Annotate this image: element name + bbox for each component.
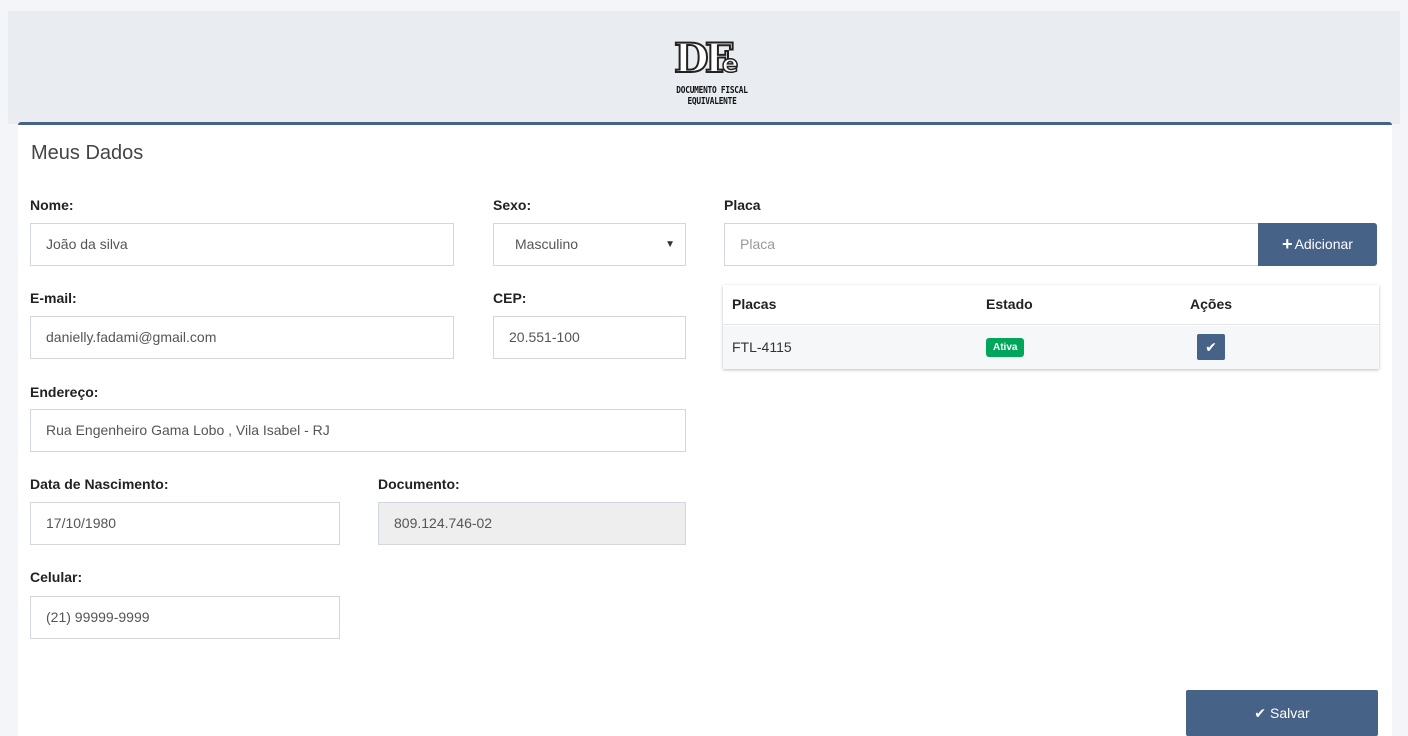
table-row: FTL-4115 Ativa ✔ [723, 326, 1379, 369]
confirm-placa-button[interactable]: ✔ [1197, 334, 1225, 360]
adicionar-button[interactable]: + Adicionar [1258, 223, 1377, 266]
nome-label: Nome: [30, 197, 74, 213]
card-title: Meus Dados [31, 142, 144, 164]
salvar-label: Salvar [1270, 705, 1310, 721]
adicionar-label: Adicionar [1294, 236, 1353, 252]
plus-icon: + [1282, 234, 1293, 254]
celular-label: Celular: [30, 569, 83, 585]
th-acoes[interactable]: Ações [1190, 296, 1232, 312]
cep-label: CEP: [493, 290, 527, 306]
celular-input[interactable]: (21) 99999-9999 [30, 596, 340, 639]
logo-mark: DF [673, 35, 734, 82]
sexo-select[interactable]: Masculino ▼ [493, 223, 686, 266]
placa-cell: FTL-4115 [732, 339, 792, 355]
check-icon: ✔ [1254, 705, 1267, 721]
top-header: DF e DOCUMENTO FISCAL EQUIVALENTE [8, 11, 1400, 124]
th-placas[interactable]: Placas [732, 296, 776, 312]
logo-text-line1: DOCUMENTO FISCAL [676, 85, 748, 96]
cep-input[interactable]: 20.551-100 [493, 316, 686, 359]
placas-table: Placas Estado Ações FTL-4115 Ativa ✔ [723, 285, 1379, 369]
table-header: Placas Estado Ações [723, 285, 1379, 325]
sexo-select-value: Masculino [515, 236, 579, 252]
status-badge: Ativa [986, 338, 1025, 357]
salvar-button[interactable]: ✔ Salvar [1186, 690, 1378, 736]
logo-mark-e: e [721, 50, 739, 78]
documento-input: 809.124.746-02 [378, 502, 686, 545]
sexo-label: Sexo: [493, 197, 532, 213]
nome-input[interactable]: João da silva [30, 223, 454, 266]
endereco-label: Endereço: [30, 384, 99, 400]
email-input[interactable]: danielly.fadami@gmail.com [30, 316, 454, 359]
placa-label: Placa [724, 197, 761, 213]
nascimento-label: Data de Nascimento: [30, 476, 169, 492]
email-label: E-mail: [30, 290, 77, 306]
logo-text-line2: EQUIVALENTE [687, 96, 737, 107]
documento-label: Documento: [378, 476, 460, 492]
check-icon: ✔ [1205, 339, 1217, 355]
caret-down-icon: ▼ [665, 239, 675, 250]
nascimento-input[interactable]: 17/10/1980 [30, 502, 340, 545]
dfe-logo[interactable]: DF e DOCUMENTO FISCAL EQUIVALENTE [662, 35, 762, 113]
meus-dados-card: Meus Dados Nome: João da silva Sexo: Mas… [18, 122, 1392, 736]
placa-input[interactable]: Placa [724, 223, 1259, 266]
th-estado[interactable]: Estado [986, 296, 1033, 312]
endereco-input[interactable]: Rua Engenheiro Gama Lobo , Vila Isabel -… [30, 409, 686, 452]
